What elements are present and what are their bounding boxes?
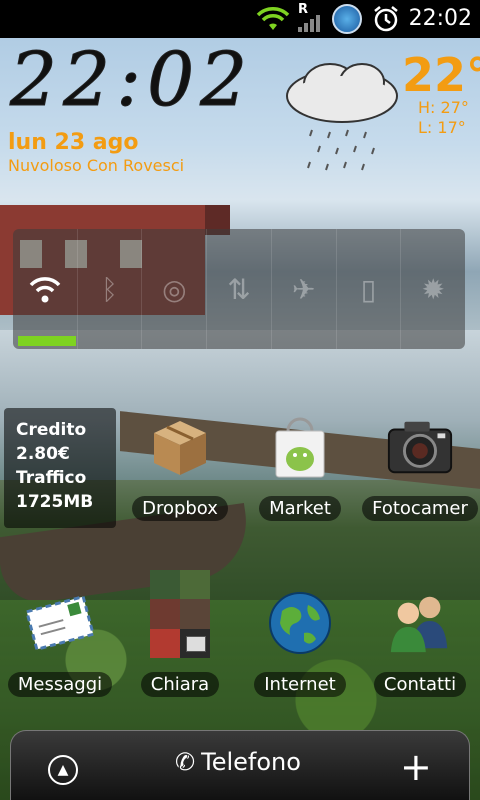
wifi-icon <box>256 7 290 30</box>
dropbox-label: Dropbox <box>132 496 228 521</box>
market-label: Market <box>259 496 341 521</box>
sync-toggle[interactable]: ⇅ <box>207 229 272 349</box>
brightness-toggle[interactable]: ✹ <box>401 229 465 349</box>
contacts-icon <box>385 588 455 658</box>
weather-low: L: 17° <box>418 118 466 137</box>
camera-icon <box>385 412 455 482</box>
app-chiara-contact[interactable]: Chiara <box>120 570 240 701</box>
plus-icon: + <box>400 745 432 789</box>
app-dropbox[interactable]: Dropbox <box>120 412 240 525</box>
traffic-label: Traffico <box>16 468 87 488</box>
credit-widget[interactable]: Credito 2.80€ Traffico 1725MB <box>4 408 116 528</box>
alarm-icon <box>374 6 398 32</box>
brightness-icon: ✹ <box>421 272 445 306</box>
messages-label: Messaggi <box>7 672 113 697</box>
wifi-toggle[interactable] <box>13 229 78 349</box>
traffic-value: 1725MB <box>16 492 94 512</box>
sync-icon: ⇅ <box>227 272 251 306</box>
camera-label: Fotocamer <box>362 496 478 521</box>
clock-widget-date: lun 23 ago <box>8 130 139 155</box>
dropbox-icon <box>145 412 215 482</box>
rain-cloud-icon[interactable] <box>282 58 402 178</box>
power-control-widget: ᛒ ◎ ⇅ ✈ ▯ ✹ <box>13 229 465 349</box>
app-camera[interactable]: Fotocamer <box>360 412 480 525</box>
status-bar[interactable]: R 22:02 <box>0 0 480 38</box>
signal-icon <box>298 15 320 32</box>
contacts-label: Contatti <box>373 672 467 697</box>
wifi-icon <box>29 277 61 303</box>
weather-temperature[interactable]: 22° <box>402 48 480 102</box>
rotation-toggle[interactable]: ▯ <box>337 229 402 349</box>
app-contacts[interactable]: Contatti <box>360 588 480 701</box>
airplane-icon: ✈ <box>292 272 316 306</box>
envelope-icon <box>25 588 95 658</box>
app-notification-icon <box>332 4 362 34</box>
chiara-label: Chiara <box>140 672 220 697</box>
phone-icon: ✆ <box>175 748 196 776</box>
contact-photo-icon <box>150 570 210 658</box>
gps-toggle[interactable]: ◎ <box>142 229 208 349</box>
internet-label: Internet <box>254 672 346 697</box>
market-icon <box>265 412 335 482</box>
weather-condition: Nuvoloso Con Rovesci <box>8 156 185 175</box>
weather-high: H: 27° <box>418 98 469 117</box>
clock-widget-time[interactable]: 22:02 <box>10 40 260 121</box>
phone-label: Telefono <box>201 748 301 776</box>
rotation-icon: ▯ <box>360 272 377 306</box>
weather-high-low: H: 27° L: 17° <box>418 98 469 138</box>
wifi-on-indicator <box>18 336 76 346</box>
gps-icon: ◎ <box>162 272 187 306</box>
status-time: 22:02 <box>408 6 472 31</box>
chevron-up-icon: ▲ <box>57 762 69 778</box>
app-messages[interactable]: Messaggi <box>0 588 120 701</box>
airplane-toggle[interactable]: ✈ <box>272 229 337 349</box>
bluetooth-toggle[interactable]: ᛒ <box>78 229 143 349</box>
globe-icon <box>265 588 335 658</box>
app-drawer-button[interactable]: ▲ <box>48 755 78 785</box>
app-market[interactable]: Market <box>240 412 360 525</box>
credit-value: 2.80€ <box>16 444 70 464</box>
add-button[interactable]: + <box>400 748 432 786</box>
bluetooth-icon: ᛒ <box>101 272 118 306</box>
app-internet[interactable]: Internet <box>240 588 360 701</box>
credit-label: Credito <box>16 420 87 440</box>
phone-button[interactable]: ✆ Telefono <box>175 748 301 776</box>
